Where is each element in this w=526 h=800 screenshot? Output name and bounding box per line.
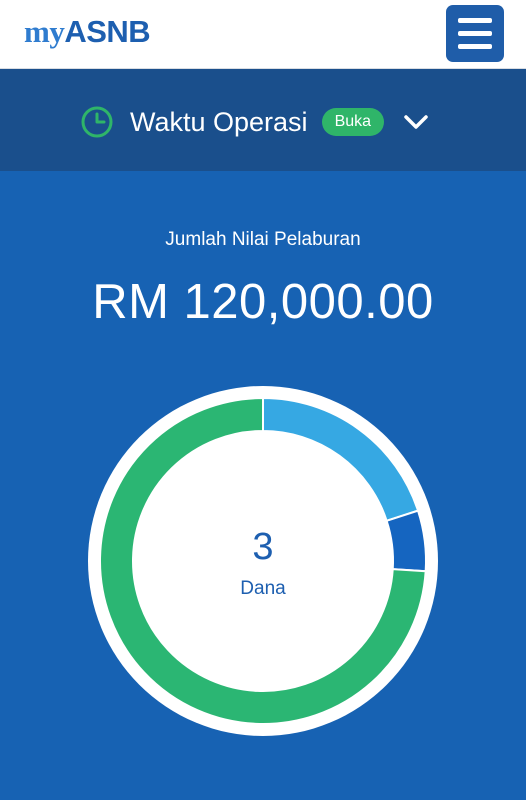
operating-hours-title: Waktu Operasi	[130, 106, 308, 137]
investment-amount: RM 120,000.00	[92, 275, 434, 329]
top-bar: myASNB	[0, 0, 526, 69]
investment-label: Jumlah Nilai Pelaburan	[165, 229, 361, 250]
menu-bar	[458, 44, 492, 49]
logo-brand: ASNB	[64, 14, 151, 49]
chevron-down-icon[interactable]	[402, 112, 430, 132]
fund-count: 3	[252, 526, 274, 568]
logo-prefix: my	[24, 14, 65, 49]
clock-icon	[81, 106, 113, 138]
hamburger-menu-icon[interactable]	[446, 5, 504, 62]
menu-bar	[458, 31, 492, 36]
myasnb-logo[interactable]: myASNB	[24, 10, 151, 54]
fund-donut-chart[interactable]: 3 Dana	[88, 386, 438, 736]
operating-hours-toggle[interactable]: Waktu Operasi Buka	[80, 102, 430, 142]
menu-bar	[458, 18, 492, 23]
fund-count-label: Dana	[240, 578, 286, 599]
operating-hours-panel: Waktu Operasi Buka	[0, 69, 526, 171]
status-badge: Buka	[321, 108, 385, 136]
